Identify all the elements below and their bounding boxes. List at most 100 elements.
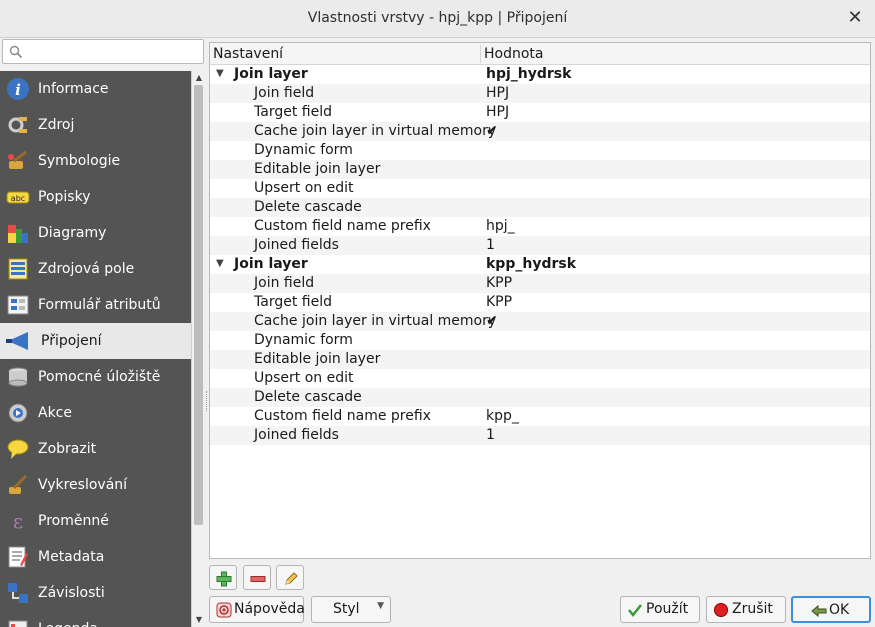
sidebar-item-label: Proměnné: [38, 513, 109, 529]
scroll-down-icon[interactable]: ▼: [194, 615, 204, 625]
sidebar-scrollbar[interactable]: ▲ ▼: [191, 71, 205, 627]
sidebar-item[interactable]: Metadata: [0, 539, 191, 575]
sidebar-item[interactable]: Diagramy: [0, 215, 191, 251]
auxiliary-storage-icon: [8, 367, 28, 387]
checkmark-icon: [628, 604, 642, 618]
property-name: Editable join layer: [254, 351, 381, 367]
add-join-button[interactable]: [209, 565, 237, 590]
property-name: Custom field name prefix: [254, 218, 431, 234]
join-property-row[interactable]: Custom field name prefix hpj_: [210, 217, 870, 236]
scroll-up-icon[interactable]: ▲: [194, 73, 204, 83]
svg-text:i: i: [15, 81, 21, 99]
sidebar-item[interactable]: Zdroj: [0, 107, 191, 143]
property-value: HPJ: [486, 85, 510, 101]
property-value: ✔: [486, 313, 498, 329]
sidebar-item[interactable]: ε Proměnné: [0, 503, 191, 539]
column-header-value[interactable]: Hodnota: [484, 46, 544, 62]
sidebar-item-label: Zdroj: [38, 117, 75, 133]
join-layer-label: Join layer: [234, 66, 308, 82]
legend-icon: [8, 620, 28, 627]
property-name: Target field: [254, 104, 332, 120]
property-value: kpp_: [486, 408, 519, 424]
dependencies-icon: [8, 583, 28, 603]
sidebar-item[interactable]: Zobrazit: [0, 431, 191, 467]
property-value: ✔: [486, 123, 498, 139]
sidebar-item[interactable]: Akce: [0, 395, 191, 431]
join-property-row[interactable]: Cache join layer in virtual memory ✔: [210, 312, 870, 331]
svg-text:ε: ε: [13, 509, 23, 533]
join-property-row[interactable]: Join field HPJ: [210, 84, 870, 103]
sidebar-item-label: Symbologie: [38, 153, 121, 169]
sidebar-item-label: Pomocné úložiště: [38, 369, 161, 385]
sidebar-item[interactable]: Formulář atributů: [0, 287, 191, 323]
sidebar-item-label: Legenda: [38, 621, 98, 627]
join-property-row[interactable]: Join field KPP: [210, 274, 870, 293]
join-property-row[interactable]: Dynamic form: [210, 331, 870, 350]
sidebar-item[interactable]: abc Popisky: [0, 179, 191, 215]
property-value: 1: [486, 427, 495, 443]
sidebar-item[interactable]: Symbologie: [0, 143, 191, 179]
sidebar-item-label: Formulář atributů: [38, 297, 161, 313]
sidebar-item[interactable]: Legenda: [0, 611, 191, 627]
apply-button-label: Použít: [646, 601, 689, 617]
join-layer-row[interactable]: ▼ Join layer kpp_hydrsk: [210, 255, 870, 274]
symbology-icon: [8, 150, 27, 169]
join-property-row[interactable]: Editable join layer: [210, 350, 870, 369]
style-button-label: Styl: [333, 601, 360, 617]
property-name: Join field: [254, 85, 315, 101]
sidebar-item[interactable]: Připojení: [0, 323, 191, 359]
join-property-row[interactable]: Custom field name prefix kpp_: [210, 407, 870, 426]
sidebar-item-label: Informace: [38, 81, 109, 97]
sidebar-item[interactable]: Vykreslování: [0, 467, 191, 503]
sidebar-item[interactable]: Pomocné úložiště: [0, 359, 191, 395]
join-property-row[interactable]: Target field KPP: [210, 293, 870, 312]
join-layer-row[interactable]: ▼ Join layer hpj_hydrsk: [210, 65, 870, 84]
window-title: Vlastnosti vrstvy - hpj_kpp | Připojení: [307, 10, 568, 26]
join-layer-value: kpp_hydrsk: [486, 256, 577, 272]
column-header-setting[interactable]: Nastavení: [213, 46, 283, 62]
column-divider[interactable]: [480, 45, 481, 63]
join-property-row[interactable]: Cache join layer in virtual memory ✔: [210, 122, 870, 141]
attribute-form-icon: [7, 295, 29, 315]
join-layer-value: hpj_hydrsk: [486, 66, 572, 82]
close-icon[interactable]: ✕: [845, 8, 865, 28]
edit-join-button[interactable]: [276, 565, 304, 590]
ok-icon: [811, 604, 827, 618]
property-name: Joined fields: [254, 427, 339, 443]
join-property-row[interactable]: Dynamic form: [210, 141, 870, 160]
join-property-row[interactable]: Upsert on edit: [210, 369, 870, 388]
join-property-row[interactable]: Delete cascade: [210, 198, 870, 217]
sidebar-item-label: Zobrazit: [38, 441, 97, 457]
cancel-icon: [714, 603, 728, 617]
style-dropdown-button[interactable]: Styl ▼: [311, 596, 391, 623]
search-input[interactable]: [2, 39, 204, 64]
search-icon: [9, 45, 23, 59]
sidebar-item-label: Metadata: [38, 549, 105, 565]
join-property-row[interactable]: Target field HPJ: [210, 103, 870, 122]
help-button[interactable]: Nápověda: [209, 596, 305, 623]
cancel-button[interactable]: Zrušit: [706, 596, 786, 623]
sidebar-item-label: Připojení: [41, 333, 102, 349]
join-icon: [6, 332, 28, 350]
join-property-row[interactable]: Upsert on edit: [210, 179, 870, 198]
sidebar-item-label: Diagramy: [38, 225, 107, 241]
join-property-row[interactable]: Joined fields 1: [210, 236, 870, 255]
ok-button-label: OK: [829, 602, 850, 618]
apply-button[interactable]: Použít: [620, 596, 700, 623]
ok-button[interactable]: OK: [791, 596, 871, 623]
remove-join-button[interactable]: [243, 565, 271, 590]
join-property-row[interactable]: Joined fields 1: [210, 426, 870, 445]
metadata-icon: [8, 546, 28, 568]
info-icon: i: [7, 78, 29, 100]
sidebar-item[interactable]: Závislosti: [0, 575, 191, 611]
join-property-row[interactable]: Delete cascade: [210, 388, 870, 407]
expand-arrow-icon[interactable]: ▼: [216, 258, 226, 270]
expand-arrow-icon[interactable]: ▼: [216, 68, 226, 80]
sidebar-item[interactable]: i Informace: [0, 71, 191, 107]
sidebar-item[interactable]: Zdrojová pole: [0, 251, 191, 287]
property-value: KPP: [486, 275, 513, 291]
title-bar: Vlastnosti vrstvy - hpj_kpp | Připojení …: [0, 0, 875, 38]
svg-text:abc: abc: [11, 194, 25, 203]
join-property-row[interactable]: Editable join layer: [210, 160, 870, 179]
scrollbar-thumb[interactable]: [194, 85, 203, 525]
